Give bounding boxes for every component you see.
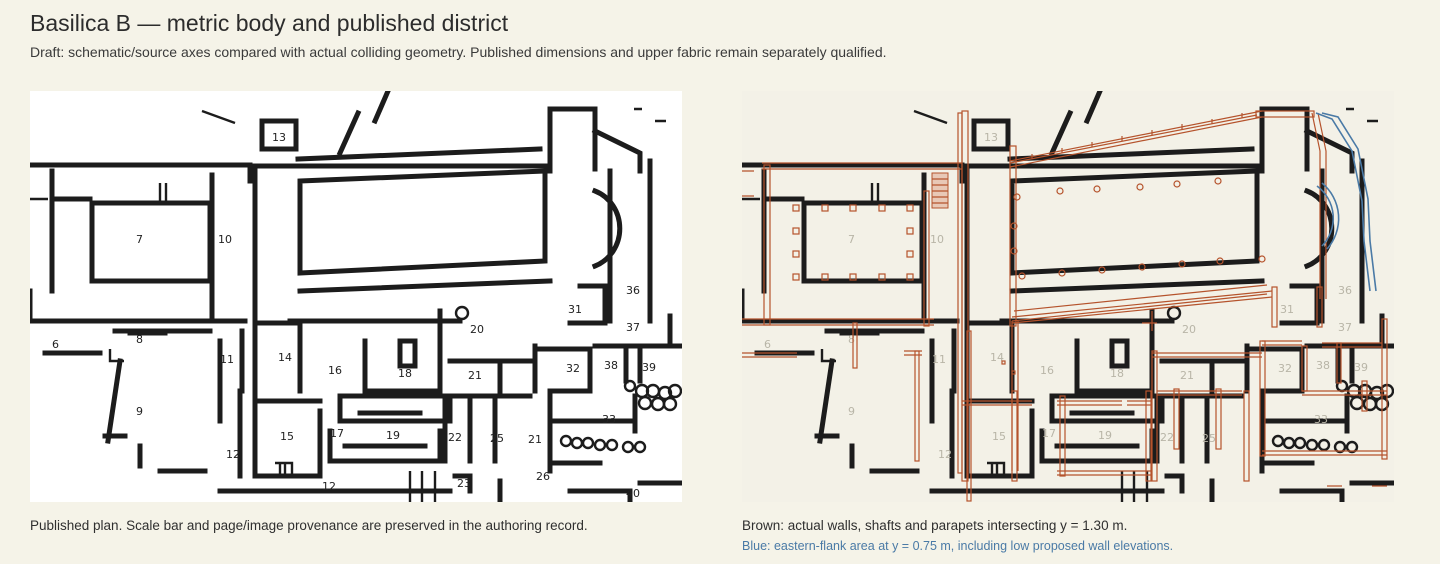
room-label: 32 — [566, 362, 580, 375]
room-label: 11 — [220, 353, 234, 366]
published-plan-panel: 13 7 10 8 6 9 11 14 16 18 20 21 31 36 37… — [30, 91, 682, 502]
room-label: 39 — [642, 361, 656, 374]
room-label: 33 — [1314, 413, 1328, 426]
right-caption: Brown: actual walls, shafts and parapets… — [742, 518, 1128, 533]
room-label: 20 — [1182, 323, 1196, 336]
room-label: 14 — [278, 351, 292, 364]
faded-plan-underlay: 13 7 10 8 6 9 11 14 16 18 20 21 31 36 37… — [742, 91, 1394, 502]
room-label: 13 — [984, 131, 998, 144]
overlay-plan-drawing: 13 7 10 8 6 9 11 14 16 18 20 21 31 36 37… — [742, 91, 1394, 502]
room-label: 16 — [1040, 364, 1054, 377]
room-label: 10 — [930, 233, 944, 246]
room-label: 40 — [626, 487, 640, 500]
room-label: 12 — [322, 480, 336, 493]
room-label: 37 — [626, 321, 640, 334]
room-label: 9 — [848, 405, 855, 418]
room-label: 7 — [848, 233, 855, 246]
room-label: 31 — [1280, 303, 1294, 316]
room-label: 26 — [536, 470, 550, 483]
room-label: 21 — [1180, 369, 1194, 382]
published-plan-drawing: 13 7 10 8 6 9 11 14 16 18 20 21 31 36 37… — [30, 91, 682, 502]
room-label: 19 — [1098, 429, 1112, 442]
room-label: 21 — [528, 433, 542, 446]
room-label: 6 — [764, 338, 771, 351]
room-label: 17 — [330, 427, 344, 440]
room-label: 15 — [992, 430, 1006, 443]
room-label: 25 — [1202, 432, 1216, 445]
room-label: 9 — [136, 405, 143, 418]
room-label: 31 — [568, 303, 582, 316]
room-label: 7 — [136, 233, 143, 246]
room-label: 11 — [932, 353, 946, 366]
room-label: 19 — [386, 429, 400, 442]
room-label: 12 — [938, 448, 952, 461]
room-label: 20 — [470, 323, 484, 336]
room-label: 13 — [272, 131, 286, 144]
room-label: 16 — [328, 364, 342, 377]
room-label: 32 — [1278, 362, 1292, 375]
room-label: 15 — [280, 430, 294, 443]
room-label: 8 — [848, 333, 855, 346]
room-label: 23 — [457, 477, 471, 490]
room-label: 39 — [1354, 361, 1368, 374]
room-label: 36 — [1338, 284, 1352, 297]
room-label: 38 — [1316, 359, 1330, 372]
room-label: 37 — [1338, 321, 1352, 334]
room-label: 8 — [136, 333, 143, 346]
room-label: 25 — [490, 432, 504, 445]
room-label: 18 — [1110, 367, 1124, 380]
room-label: 18 — [398, 367, 412, 380]
overlay-plan-panel: 13 7 10 8 6 9 11 14 16 18 20 21 31 36 37… — [742, 91, 1394, 502]
room-label: 38 — [604, 359, 618, 372]
room-label: 12 — [226, 448, 240, 461]
room-label: 36 — [626, 284, 640, 297]
right-caption-blue: Blue: eastern-flank area at y = 0.75 m, … — [742, 539, 1174, 553]
room-label: 17 — [1042, 427, 1056, 440]
room-label: 22 — [1160, 431, 1174, 444]
page-title: Basilica B — metric body and published d… — [30, 10, 509, 36]
room-label: 22 — [448, 431, 462, 444]
room-label: 21 — [468, 369, 482, 382]
room-label: 6 — [52, 338, 59, 351]
left-caption: Published plan. Scale bar and page/image… — [30, 518, 588, 533]
page-subtitle: Draft: schematic/source axes compared wi… — [30, 44, 887, 60]
room-label: 33 — [602, 413, 616, 426]
room-label: 10 — [218, 233, 232, 246]
